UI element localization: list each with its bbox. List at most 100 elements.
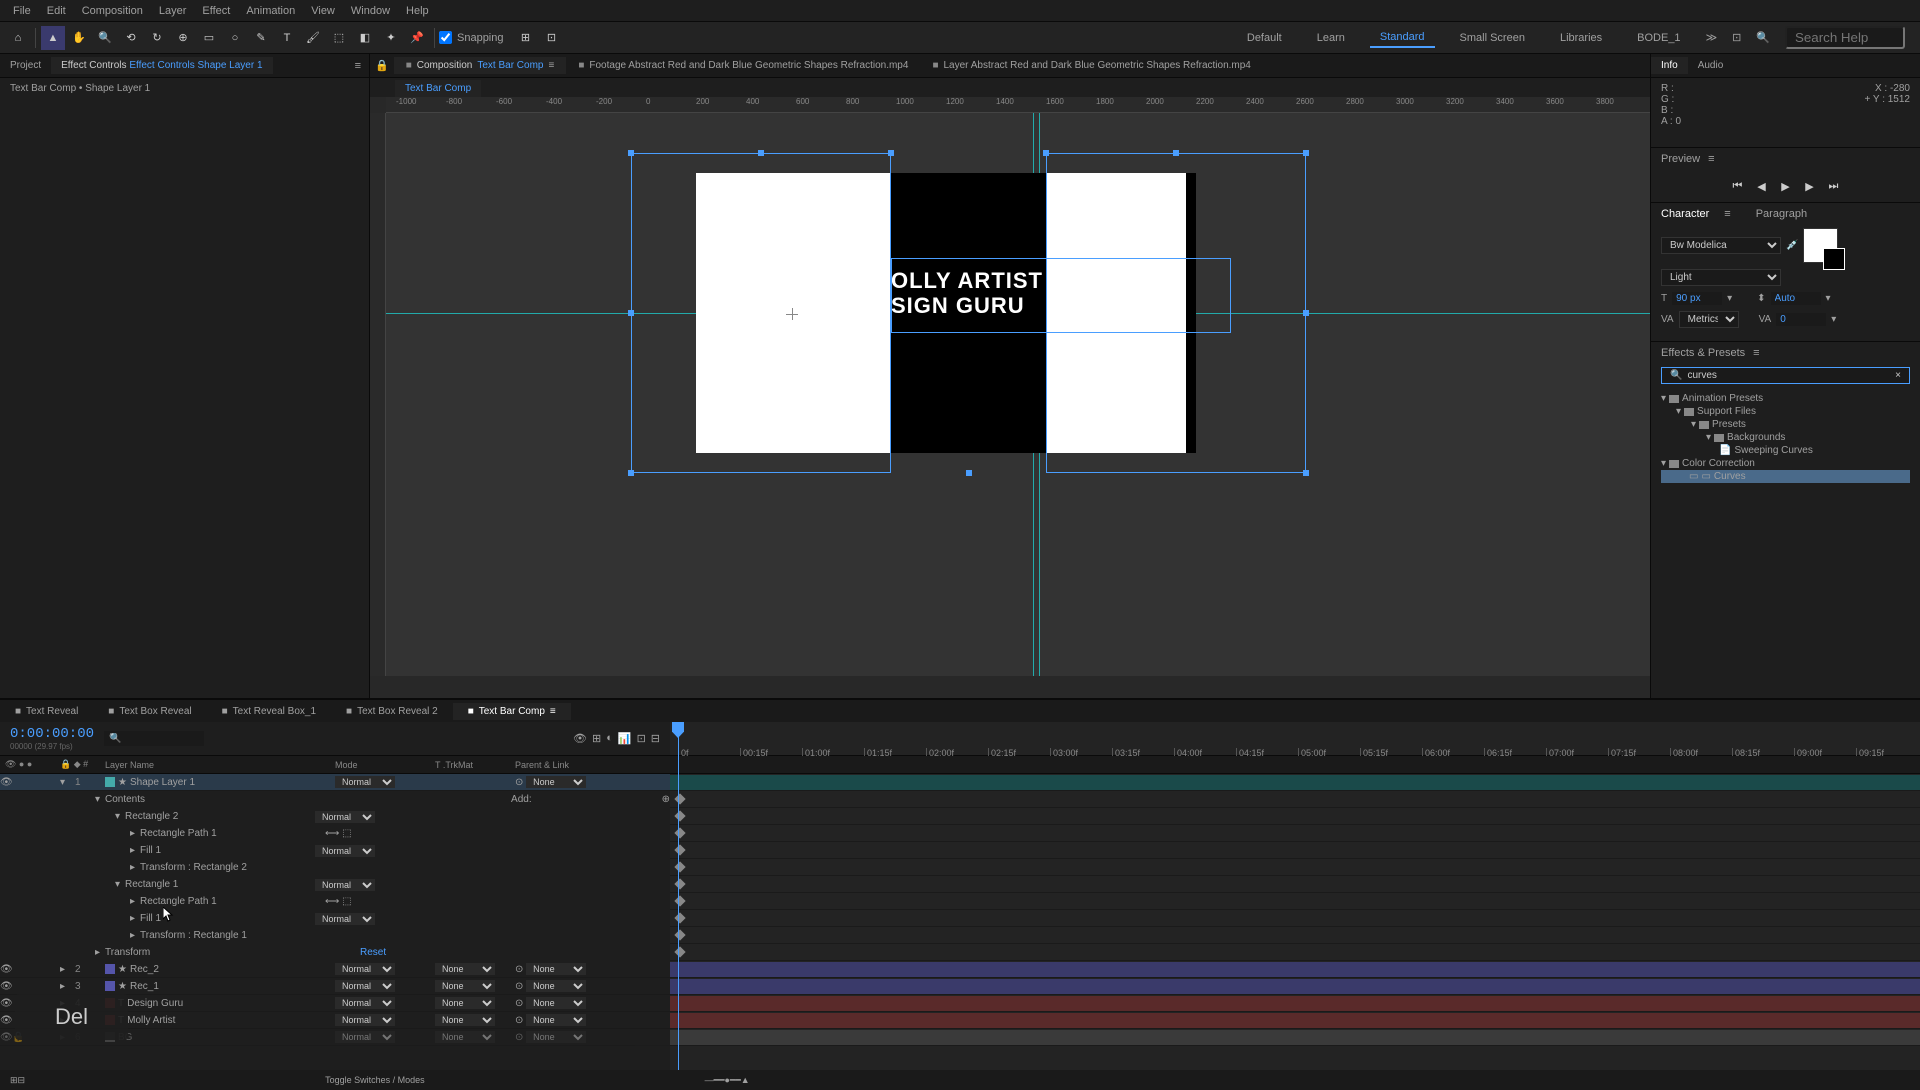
character-menu-icon[interactable]: ≡ [1724, 208, 1730, 220]
panel-menu-icon[interactable]: ≡ [347, 60, 369, 72]
tl-footer-icon2[interactable]: ⊟ [18, 1075, 26, 1086]
tl-tab-text-reveal-box1[interactable]: ■ Text Reveal Box_1 [207, 703, 331, 720]
header-lock[interactable]: 🔒 ◆ # [60, 759, 105, 770]
menu-file[interactable]: File [5, 5, 39, 17]
comp-breadcrumb[interactable]: Text Bar Comp [395, 80, 481, 97]
workspace-small[interactable]: Small Screen [1450, 29, 1535, 47]
selection-handle[interactable] [628, 470, 634, 476]
comp-tab-main[interactable]: ■ Composition Text Bar Comp ≡ [394, 57, 567, 74]
selection-handle[interactable] [628, 150, 634, 156]
prop-rectangle-2[interactable]: ▾Rectangle 2Normal [0, 808, 670, 825]
layer-rec-2[interactable]: 👁▸2 ★ Rec_2 Normal None ⊙ None [0, 961, 670, 978]
effects-menu-icon[interactable]: ≡ [1753, 347, 1759, 359]
selection-handle[interactable] [1043, 150, 1049, 156]
workspace-default[interactable]: Default [1237, 29, 1292, 47]
prop-fill-1b[interactable]: ▸Fill 1Normal [0, 910, 670, 927]
selection-tool-icon[interactable]: ▲ [41, 26, 65, 50]
font-style-dropdown[interactable]: Light [1661, 269, 1781, 286]
selection-handle[interactable] [758, 150, 764, 156]
tl-draft3d-icon[interactable]: ⊡ [637, 732, 646, 745]
tl-tab-text-box-reveal[interactable]: ■ Text Box Reveal [93, 703, 206, 720]
menu-window[interactable]: Window [343, 5, 398, 17]
fill-color-swatch[interactable] [1803, 228, 1838, 263]
leading-input[interactable] [1771, 292, 1821, 305]
clone-tool-icon[interactable]: ⬚ [327, 26, 351, 50]
workspace-custom[interactable]: BODE_1 [1627, 29, 1690, 47]
footage-tab[interactable]: ■ Footage Abstract Red and Dark Blue Geo… [566, 57, 920, 74]
header-parent[interactable]: Parent & Link [515, 760, 615, 770]
tree-animation-presets[interactable]: ▾ Animation Presets [1661, 392, 1910, 405]
add-button[interactable]: ⊕ [662, 794, 670, 805]
search-help-input[interactable] [1785, 26, 1905, 49]
info-tab[interactable]: Info [1651, 57, 1688, 74]
brush-tool-icon[interactable]: 🖌 [301, 26, 325, 50]
workspace-learn[interactable]: Learn [1307, 29, 1355, 47]
last-frame-icon[interactable]: ⏭ [1826, 178, 1842, 194]
tree-curves-effect[interactable]: ▭ ▭ Curves [1661, 470, 1910, 483]
prop-transform[interactable]: ▸TransformReset [0, 944, 670, 961]
eraser-tool-icon[interactable]: ◧ [353, 26, 377, 50]
timeline-search[interactable] [104, 731, 204, 746]
kerning-dropdown[interactable]: Metrics [1679, 311, 1739, 328]
rect-tool-icon[interactable]: ▭ [197, 26, 221, 50]
tl-frame-blend-icon[interactable]: ⊞ [592, 732, 601, 745]
selection-handle[interactable] [1303, 150, 1309, 156]
tl-collapse-icon[interactable]: ⊟ [651, 732, 660, 745]
tree-support-files[interactable]: ▾ Support Files [1661, 405, 1910, 418]
tl-graph-icon[interactable]: 📊 [618, 732, 632, 745]
header-mode[interactable]: Mode [335, 760, 435, 770]
first-frame-icon[interactable]: ⏮ [1730, 178, 1746, 194]
preview-menu-icon[interactable]: ≡ [1708, 153, 1714, 165]
prop-rectangle-1[interactable]: ▾Rectangle 1Normal [0, 876, 670, 893]
time-ruler[interactable]: 0f 00:15f 01:00f 01:15f 02:00f 02:15f 03… [670, 722, 1920, 756]
tl-motion-blur-icon[interactable]: ◐ [606, 732, 613, 745]
ellipse-tool-icon[interactable]: ○ [223, 26, 247, 50]
snapping-checkbox[interactable] [439, 31, 452, 44]
roto-tool-icon[interactable]: ✦ [379, 26, 403, 50]
tree-sweeping-curves[interactable]: 📄 Sweeping Curves [1661, 444, 1910, 457]
menu-edit[interactable]: Edit [39, 5, 74, 17]
hand-tool-icon[interactable]: ✋ [67, 26, 91, 50]
home-icon[interactable]: ⌂ [6, 26, 30, 50]
composition-viewport[interactable]: -1000-800-600-400-2000200400600800100012… [370, 97, 1650, 698]
type-tool-icon[interactable]: T [275, 26, 299, 50]
playhead[interactable] [678, 722, 679, 756]
sync-icon[interactable]: ⊡ [1732, 31, 1741, 44]
selection-handle[interactable] [1303, 470, 1309, 476]
tree-presets[interactable]: ▾ Presets [1661, 418, 1910, 431]
anchor-tool-icon[interactable]: ⊕ [171, 26, 195, 50]
orbit-tool-icon[interactable]: ⟲ [119, 26, 143, 50]
tree-backgrounds[interactable]: ▾ Backgrounds [1661, 431, 1910, 444]
anchor-point[interactable] [786, 308, 798, 320]
menu-help[interactable]: Help [398, 5, 437, 17]
tree-color-correction[interactable]: ▾ Color Correction [1661, 457, 1910, 470]
snap-opt-icon[interactable]: ⊞ [514, 26, 538, 50]
menu-effect[interactable]: Effect [194, 5, 238, 17]
prop-rect-path-1b[interactable]: ▸Rectangle Path 1⟷ ⬚ [0, 893, 670, 910]
selection-handle[interactable] [628, 310, 634, 316]
selection-handle[interactable] [966, 470, 972, 476]
selection-handle[interactable] [1303, 310, 1309, 316]
clear-search-icon[interactable]: × [1895, 370, 1901, 381]
menu-composition[interactable]: Composition [74, 5, 151, 17]
workspace-libraries[interactable]: Libraries [1550, 29, 1612, 47]
prev-frame-icon[interactable]: ◀ [1754, 178, 1770, 194]
tl-shy-icon[interactable]: 👁 [573, 732, 587, 745]
snap-opt2-icon[interactable]: ⊡ [540, 26, 564, 50]
menu-animation[interactable]: Animation [238, 5, 303, 17]
pen-tool-icon[interactable]: ✎ [249, 26, 273, 50]
prop-contents[interactable]: ▾ContentsAdd: ⊕ [0, 791, 670, 808]
font-size-input[interactable] [1672, 292, 1722, 305]
layer-shape-layer-1[interactable]: 👁 ▾1 ★ Shape Layer 1 Normal ⊙ None [0, 774, 670, 791]
toggle-switches-button[interactable]: Toggle Switches / Modes [325, 1075, 425, 1085]
header-visibility[interactable]: 👁 ● ● [0, 759, 60, 770]
zoom-in-icon[interactable]: ▲ [741, 1075, 750, 1085]
tl-tab-text-bar-comp[interactable]: ■ Text Bar Comp ≡ [453, 703, 571, 720]
effects-search-input[interactable] [1687, 370, 1895, 381]
workspace-standard[interactable]: Standard [1370, 28, 1435, 48]
menu-layer[interactable]: Layer [151, 5, 195, 17]
font-family-dropdown[interactable]: Bw Modelica [1661, 237, 1781, 254]
tab-lock-icon[interactable]: 🔒 [370, 59, 394, 72]
paragraph-tab[interactable]: Paragraph [1756, 208, 1807, 220]
play-icon[interactable]: ▶ [1778, 178, 1794, 194]
